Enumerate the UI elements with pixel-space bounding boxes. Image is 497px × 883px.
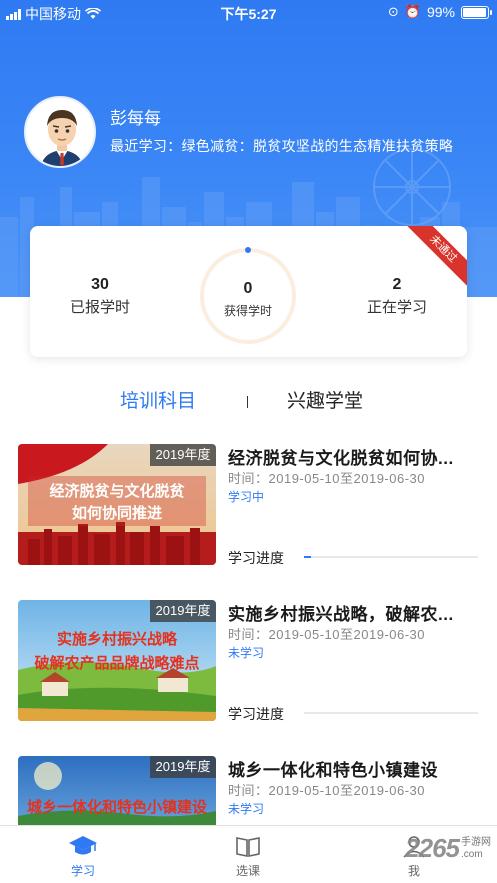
nav-courses-label: 选课 xyxy=(235,864,260,878)
thumbnail-title: 实施乡村振兴战略 xyxy=(56,631,177,648)
list-item[interactable]: 实施乡村振兴战略 破解农产品品牌战略难点 2019年度 实施乡村振兴战略，破解农… xyxy=(0,600,497,750)
avatar[interactable] xyxy=(24,96,96,168)
stat-earned-hours: 0 获得学时 xyxy=(198,246,298,346)
book-icon xyxy=(208,832,288,860)
list-item[interactable]: 经济脱贫与文化脱贫 如何协同推进 2019年度 经济脱贫与文化脱贫如何协... … xyxy=(0,444,497,594)
orientation-lock-icon: ⊙ xyxy=(387,4,399,19)
stat-reported-hours: 30 已报学时 xyxy=(30,276,170,317)
course-status: 学习中 xyxy=(228,490,265,504)
course-title[interactable]: 经济脱贫与文化脱贫如何协... xyxy=(228,444,478,469)
reported-hours-label: 已报学时 xyxy=(69,299,130,316)
course-status: 未学习 xyxy=(228,802,265,816)
learning-label: 正在学习 xyxy=(366,299,427,316)
alarm-icon: ⏰ xyxy=(404,4,421,19)
thumbnail-subtitle: 如何协同推进 xyxy=(71,505,162,522)
nav-study[interactable]: 学习 xyxy=(43,832,123,879)
thumbnail-subtitle: 破解农产品品牌战略难点 xyxy=(34,655,200,672)
watermark-number: 2265 xyxy=(405,833,460,863)
user-name: 彭每每 xyxy=(110,109,161,128)
course-thumbnail[interactable]: 实施乡村振兴战略 破解农产品品牌战略难点 2019年度 xyxy=(18,600,216,721)
thumbnail-title: 城乡一体化和特色小镇建设 xyxy=(26,799,207,816)
stat-learning: 2 正在学习 xyxy=(327,276,467,317)
graduation-cap-icon xyxy=(43,832,123,860)
reported-hours-value: 30 xyxy=(91,276,109,293)
battery-percent: 99% xyxy=(426,4,455,20)
watermark-domain: .com xyxy=(461,848,483,860)
earned-hours-value: 0 xyxy=(243,280,253,297)
course-time: 时间：2019-05-10至2019-06-30 xyxy=(228,783,425,798)
course-time: 时间：2019-05-10至2019-06-30 xyxy=(228,627,425,642)
course-thumbnail[interactable]: 经济脱贫与文化脱贫 如何协同推进 2019年度 xyxy=(18,444,216,565)
year-badge: 2019年度 xyxy=(150,444,216,466)
list-item[interactable]: 城乡一体化和特色小镇建设 2019年度 城乡一体化和特色小镇建设 时间：2019… xyxy=(0,756,497,825)
nav-courses[interactable]: 选课 xyxy=(208,832,288,879)
learning-value: 2 xyxy=(392,276,402,293)
course-thumbnail[interactable]: 城乡一体化和特色小镇建设 2019年度 xyxy=(18,756,216,825)
status-bar: 中国移动 下午5:27 ⊙ ⏰ 99% xyxy=(0,0,497,26)
nav-me-label: 我 xyxy=(407,864,420,878)
thumbnail-title: 经济脱贫与文化脱贫 xyxy=(49,483,185,500)
earned-hours-label: 获得学时 xyxy=(223,304,272,318)
battery-icon xyxy=(461,5,492,19)
progress-label: 学习进度 xyxy=(228,550,284,566)
progress-fill xyxy=(304,556,311,558)
tab-training[interactable]: 培训科目 xyxy=(120,386,196,413)
course-status: 未学习 xyxy=(228,646,265,660)
course-title[interactable]: 实施乡村振兴战略，破解农... xyxy=(228,600,478,625)
watermark: 2265 手游网 .com xyxy=(405,833,491,864)
progress-label: 学习进度 xyxy=(228,706,284,722)
course-tabs: 培训科目 兴趣学堂 xyxy=(0,380,497,420)
progress-bar xyxy=(304,712,478,714)
year-badge: 2019年度 xyxy=(150,756,216,778)
course-title[interactable]: 城乡一体化和特色小镇建设 xyxy=(228,756,478,781)
year-badge: 2019年度 xyxy=(150,600,216,622)
recent-study[interactable]: 最近学习：绿色减贫：脱贫攻坚战的生态精准扶贫策略 xyxy=(110,136,453,156)
tab-interest[interactable]: 兴趣学堂 xyxy=(287,386,363,413)
nav-study-label: 学习 xyxy=(70,864,95,878)
tab-divider xyxy=(247,396,248,408)
watermark-label: 手游网 xyxy=(461,836,491,848)
progress-bar xyxy=(304,556,478,558)
course-time: 时间：2019-05-10至2019-06-30 xyxy=(228,471,425,486)
stats-card: 30 已报学时 0 获得学时 2 正在学习 未通过 xyxy=(30,226,467,357)
